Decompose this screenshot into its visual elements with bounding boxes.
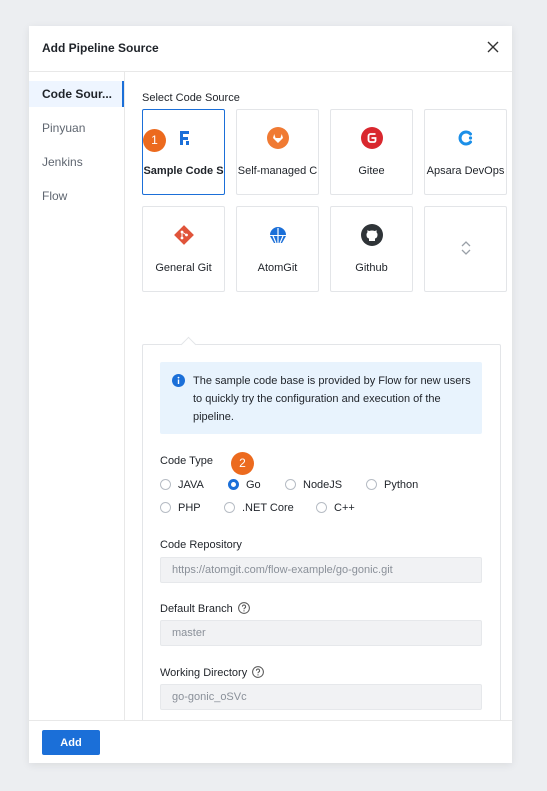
code-repository-field[interactable]: https://atomgit.com/flow-example/go-goni… (160, 557, 482, 583)
atomgit-icon (269, 227, 286, 244)
info-banner: The sample code base is provided by Flow… (160, 362, 482, 434)
sidebar-item-flow[interactable]: Flow (29, 183, 124, 209)
source-card-gitee[interactable]: Gitee (330, 109, 413, 195)
close-icon[interactable] (484, 38, 502, 56)
expand-icon (461, 241, 470, 255)
code-repository-label: Code Repository (160, 539, 242, 551)
sidebar-item-pinyuan[interactable]: Pinyuan (29, 115, 124, 141)
source-card-apsara-devops[interactable]: Apsara DevOps (424, 109, 507, 195)
sidebar-item-jenkins[interactable]: Jenkins (29, 149, 124, 175)
working-directory-field[interactable]: go-gonic_oSVc (160, 684, 482, 710)
info-text: The sample code base is provided by Flow… (193, 375, 471, 423)
code-type-label: Code Type (160, 455, 214, 467)
gitee-icon (360, 127, 383, 149)
radio-python[interactable]: Python (366, 479, 418, 491)
default-branch-field[interactable]: master (160, 620, 482, 646)
sample-code-settings-panel: The sample code base is provided by Flow… (142, 336, 501, 739)
step-badge-2: 2 (231, 452, 254, 475)
source-card-self-managed-gitlab[interactable]: Self-managed C (236, 109, 319, 195)
working-directory-label: Working Directory (160, 666, 265, 679)
card-label: General Git (155, 262, 212, 274)
help-icon[interactable] (237, 602, 250, 614)
card-label: Apsara DevOps (426, 165, 505, 177)
gitlab-icon (266, 127, 289, 149)
card-label: Github (355, 262, 388, 274)
source-type-sidebar: Code Sour... Pinyuan Jenkins Flow (29, 72, 125, 721)
default-branch-label: Default Branch (160, 602, 250, 615)
card-label: AtomGit (257, 262, 298, 274)
source-card-sample-code[interactable]: Sample Code S (142, 109, 225, 195)
radio-java[interactable]: JAVA (160, 479, 204, 491)
info-icon (172, 374, 185, 387)
sidebar-item-code-source[interactable]: Code Sour... (29, 81, 124, 107)
radio-dotnet-core[interactable]: .NET Core (224, 502, 294, 514)
select-code-source-label: Select Code Source (142, 92, 240, 104)
apsara-devops-icon (458, 130, 472, 146)
add-pipeline-source-dialog: Add Pipeline Source Code Sour... Pinyuan… (29, 26, 512, 763)
source-card-atomgit[interactable]: AtomGit (236, 206, 319, 292)
radio-php[interactable]: PHP (160, 502, 201, 514)
flow-logo-icon (179, 131, 189, 145)
card-label: Self-managed C (237, 165, 318, 177)
source-card-general-git[interactable]: General Git (142, 206, 225, 292)
panel-pointer (180, 336, 197, 353)
dialog-header: Add Pipeline Source (29, 26, 512, 72)
step-badge-1: 1 (143, 129, 166, 152)
radio-go[interactable]: Go (228, 479, 261, 491)
git-icon (173, 225, 194, 245)
card-label: Sample Code S (143, 165, 224, 177)
source-card-github[interactable]: Github (330, 206, 413, 292)
help-icon[interactable] (252, 666, 265, 678)
dialog-footer: Add (29, 720, 512, 763)
add-button[interactable]: Add (42, 730, 100, 755)
radio-cpp[interactable]: C++ (316, 502, 355, 514)
card-label: Gitee (358, 165, 385, 177)
dialog-title: Add Pipeline Source (42, 41, 159, 55)
expand-more-sources-card[interactable] (424, 206, 507, 292)
radio-nodejs[interactable]: NodeJS (285, 479, 342, 491)
github-icon (360, 224, 383, 246)
content-area: Select Code Source Sample Code S Self-ma… (125, 72, 512, 739)
